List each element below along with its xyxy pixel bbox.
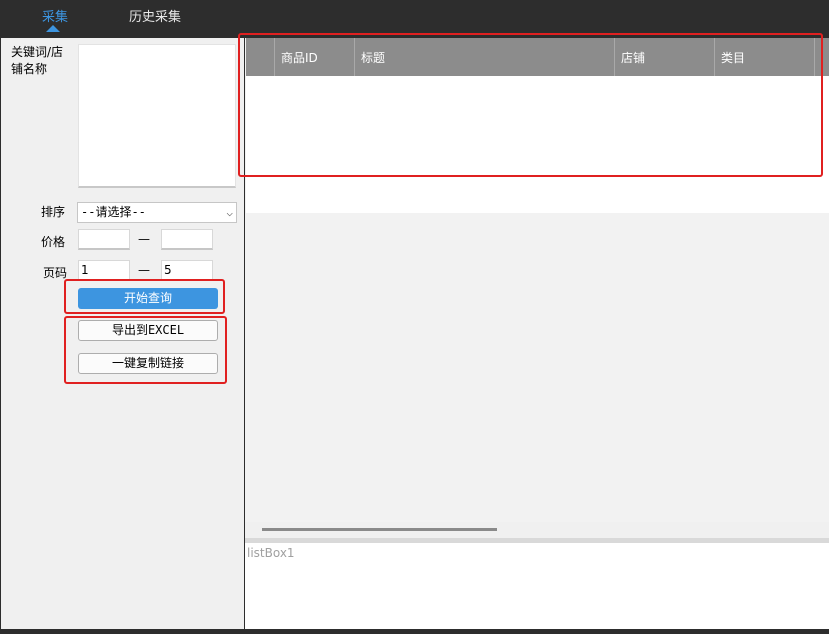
log-listbox[interactable]: listBox1 — [245, 543, 829, 629]
listbox-label: listBox1 — [247, 546, 295, 560]
price-max-input[interactable] — [161, 229, 213, 250]
page-label: 页码 — [43, 266, 68, 280]
annotation-box-grid — [238, 33, 823, 177]
sort-select-value: --请选择-- — [81, 205, 146, 219]
grid-horizontal-scrollbar[interactable] — [245, 522, 829, 538]
chevron-down-icon: ⌵ — [226, 206, 233, 219]
sort-label: 排序 — [41, 205, 66, 219]
tab-bar: 采集 历史采集 — [0, 0, 829, 36]
price-min-input[interactable] — [78, 229, 130, 250]
scrollbar-thumb[interactable] — [262, 528, 497, 531]
annotation-box-query — [64, 279, 225, 314]
annotation-box-export — [64, 316, 227, 384]
price-separator: — — [138, 232, 150, 246]
tab-collect[interactable]: 采集 — [42, 6, 68, 25]
page-to-input[interactable]: 5 — [161, 260, 213, 281]
keyword-label: 关键词/店铺名称 — [11, 45, 64, 76]
page-from-input[interactable]: 1 — [78, 260, 130, 281]
page-separator: — — [138, 263, 150, 277]
sort-select[interactable]: --请选择-- ⌵ — [77, 202, 237, 223]
window-bottom-border — [0, 629, 829, 634]
active-tab-indicator — [46, 25, 60, 32]
keyword-textarea[interactable] — [78, 44, 236, 188]
tab-history[interactable]: 历史采集 — [129, 6, 181, 25]
price-label: 价格 — [41, 235, 66, 249]
